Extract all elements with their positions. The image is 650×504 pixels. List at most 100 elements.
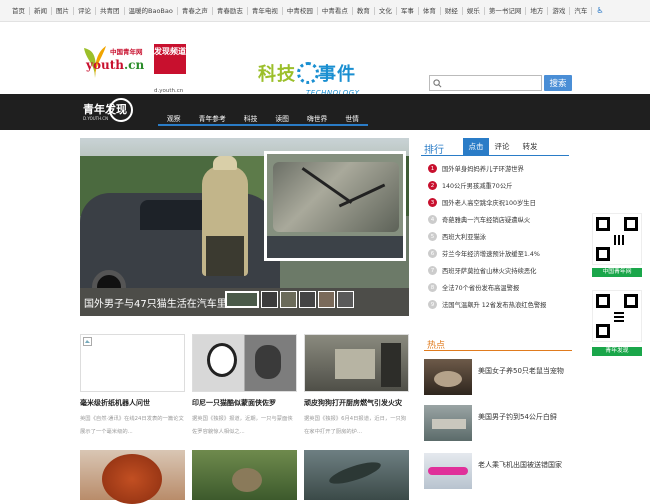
broken-image-icon <box>83 337 92 346</box>
hero-thumbnail[interactable] <box>318 291 335 308</box>
hero-thumbnail[interactable] <box>299 291 316 308</box>
topnav-link[interactable]: 青春励志 <box>213 6 248 15</box>
topnav-link[interactable]: 教育 <box>353 6 375 15</box>
topnav-link[interactable]: 共青团 <box>96 6 125 15</box>
qr-code-2 <box>592 290 642 342</box>
rank-number: 5 <box>428 232 437 241</box>
rank-number: 8 <box>428 283 437 292</box>
topnav-link[interactable]: 中青校园 <box>283 6 318 15</box>
rank-number: 4 <box>428 215 437 224</box>
story-card[interactable]: 毫米级折纸机器人问世 英国《自然·通讯》在线24日发表的一篇论文展示了一个毫米级… <box>80 334 185 439</box>
topnav-link[interactable]: 娱乐 <box>463 6 485 15</box>
topnav-link[interactable]: 评论 <box>74 6 96 15</box>
topnav-link[interactable]: 青年电视 <box>248 6 283 15</box>
site-header: 中国青年网 youth.cn 发现频道 d.youth.cn 科技 事件 TECH… <box>0 22 650 97</box>
hero-thumbnail[interactable] <box>261 291 278 308</box>
officer-figure <box>202 156 248 276</box>
hero-thumbnails <box>225 291 354 308</box>
ranking-item[interactable]: 2 140公斤男孩减重70公斤 <box>421 177 569 194</box>
topnav-link[interactable]: 青春之声 <box>178 6 213 15</box>
brand-name: 中国青年网 <box>110 48 143 56</box>
qr-code-1 <box>592 213 642 265</box>
hot-item[interactable]: 美国男子钓到54公斤白鲟 <box>424 405 572 443</box>
rank-number: 3 <box>428 198 437 207</box>
rank-number: 2 <box>428 181 437 190</box>
rank-number: 1 <box>428 164 437 173</box>
story-desc: 据英国《独报》报道，近期，一只与蒙面侠佐罗容貌惊人相似之... <box>192 416 293 435</box>
story-image-woman[interactable] <box>80 450 185 504</box>
hot-item[interactable]: 老人乘飞机出国被送错国家 <box>424 453 572 491</box>
story-image-animal[interactable] <box>192 450 297 500</box>
tab-share[interactable]: 转发 <box>517 138 543 156</box>
story-desc: 据英国《独报》6月4日报道，近日，一只狗在家中打开了厨房的炉... <box>304 416 407 435</box>
topnav-link[interactable]: 军事 <box>397 6 419 15</box>
ranking-tabs: 排行 点击 评论 转发 <box>421 138 569 156</box>
search-button[interactable]: 搜索 <box>544 75 572 91</box>
ranking-item[interactable]: 8 全法70个省份发布高温警报 <box>421 279 569 296</box>
youth-wordmark: youth.cn <box>86 58 145 72</box>
hero-thumbnail[interactable] <box>225 291 259 308</box>
kitchen-photo <box>304 334 409 392</box>
ranking-item[interactable]: 5 西班大利亚猫泳 <box>421 228 569 245</box>
cat-photo <box>192 334 297 392</box>
topnav-link[interactable]: 文化 <box>375 6 397 15</box>
story-image-broken <box>80 334 185 392</box>
ranking-title: 排行 <box>424 145 444 156</box>
channel-menu-item[interactable]: 观察 <box>158 115 190 126</box>
story-card[interactable]: 顽皮狗狗打开厨房燃气引发火灾 据英国《独报》6月4日报道，近日，一只狗在家中打开… <box>304 334 409 439</box>
channel-tag: 发现频道 <box>154 44 186 74</box>
topnav-link[interactable]: 地方 <box>526 6 549 15</box>
hot-item[interactable]: 美国女子养50只老鼠当宠物 <box>424 359 572 397</box>
qr-label-1: 中国青年网 <box>592 268 642 277</box>
ranking-item[interactable]: 4 奇葩雅典一汽车经销店疑遭纵火 <box>421 211 569 228</box>
search-input[interactable] <box>429 75 542 91</box>
hero-inset-photo <box>264 151 406 261</box>
tab-click[interactable]: 点击 <box>463 138 489 156</box>
ranking-item[interactable]: 7 西班牙萨莫拉省山林火灾持续恶化 <box>421 262 569 279</box>
story-card[interactable]: 印尼一只猫酷似蒙面侠佐罗 据英国《独报》报道，近期，一只与蒙面侠佐罗容貌惊人相似… <box>192 334 297 439</box>
hero-caption[interactable]: 国外男子与47只猫生活在汽车里 <box>84 295 227 310</box>
topnav-link[interactable]: 图片 <box>52 6 74 15</box>
topnav-link[interactable]: 第一书记网 <box>485 6 527 15</box>
rank-number: 9 <box>428 300 437 309</box>
qr-label-2: 青年发现 <box>592 347 642 356</box>
channel-menu: 观察 青年参考 科技 读图 嗨世界 世情 <box>158 115 368 126</box>
story-title[interactable]: 顽皮狗狗打开厨房燃气引发火灾 <box>304 398 409 408</box>
ranking-list: 1 国外单身妈妈养儿子环游世界 2 140公斤男孩减重70公斤 3 国外老人高空跳伞庆祝1… <box>421 160 569 313</box>
story-title[interactable]: 印尼一只猫酷似蒙面侠佐罗 <box>192 398 297 408</box>
hero-thumbnail[interactable] <box>337 291 354 308</box>
topnav-link[interactable]: 温暖的BaoBao <box>125 6 178 15</box>
faxian-logo[interactable]: 青年发现 D.YOUTH.CN <box>83 98 139 126</box>
topnav-link[interactable]: 首页 <box>8 6 30 15</box>
channel-menu-item[interactable]: 嗨世界 <box>297 115 337 126</box>
story-desc: 英国《自然·通讯》在线24日发表的一篇论文展示了一个毫米级的... <box>80 416 184 435</box>
ranking-item[interactable]: 9 法国气温飙升 12省发布热浪红色警报 <box>421 296 569 313</box>
search-box: 搜索 <box>429 75 572 91</box>
topnav-link[interactable]: 财经 <box>441 6 463 15</box>
search-icon <box>433 78 442 87</box>
channel-menu-item[interactable]: 科技 <box>234 115 267 126</box>
magnifier-ring-icon <box>109 98 133 122</box>
story-image-fish[interactable] <box>304 450 409 500</box>
topnav-link[interactable]: 中青看点 <box>318 6 353 15</box>
hero-thumbnail[interactable] <box>280 291 297 308</box>
ranking-item[interactable]: 6 芬兰今年经济增速预计放缓至1.4% <box>421 245 569 262</box>
wheelchair-icon[interactable]: ♿ <box>592 6 603 15</box>
youth-cn-logo[interactable]: 中国青年网 youth.cn 发现频道 d.youth.cn <box>82 40 188 98</box>
hot-panel: 热点 美国女子养50只老鼠当宠物 美国男子钓到54公斤白鲟 老人乘飞机出国被送错… <box>424 335 572 500</box>
tab-comment[interactable]: 评论 <box>489 138 515 156</box>
channel-menu-item[interactable]: 世情 <box>336 115 368 126</box>
topnav-link[interactable]: 汽车 <box>570 6 593 15</box>
gear-icon <box>297 62 319 84</box>
topnav-link[interactable]: 体育 <box>419 6 441 15</box>
topnav-link[interactable]: 游戏 <box>548 6 571 15</box>
channel-bar: 青年发现 D.YOUTH.CN 观察 青年参考 科技 读图 嗨世界 世情 <box>0 94 650 130</box>
channel-menu-item[interactable]: 读图 <box>266 115 298 126</box>
ranking-panel: 排行 点击 评论 转发 1 国外单身妈妈养儿子环游世界 2 140公斤男孩减重70公斤… <box>421 138 569 316</box>
channel-menu-item[interactable]: 青年参考 <box>189 115 235 126</box>
story-title[interactable]: 毫米级折纸机器人问世 <box>80 398 185 408</box>
ranking-item[interactable]: 1 国外单身妈妈养儿子环游世界 <box>421 160 569 177</box>
topnav-link[interactable]: 新闻 <box>30 6 52 15</box>
hero-slideshow[interactable]: 国外男子与47只猫生活在汽车里 <box>80 138 409 316</box>
ranking-item[interactable]: 3 国外老人高空跳伞庆祝100岁生日 <box>421 194 569 211</box>
